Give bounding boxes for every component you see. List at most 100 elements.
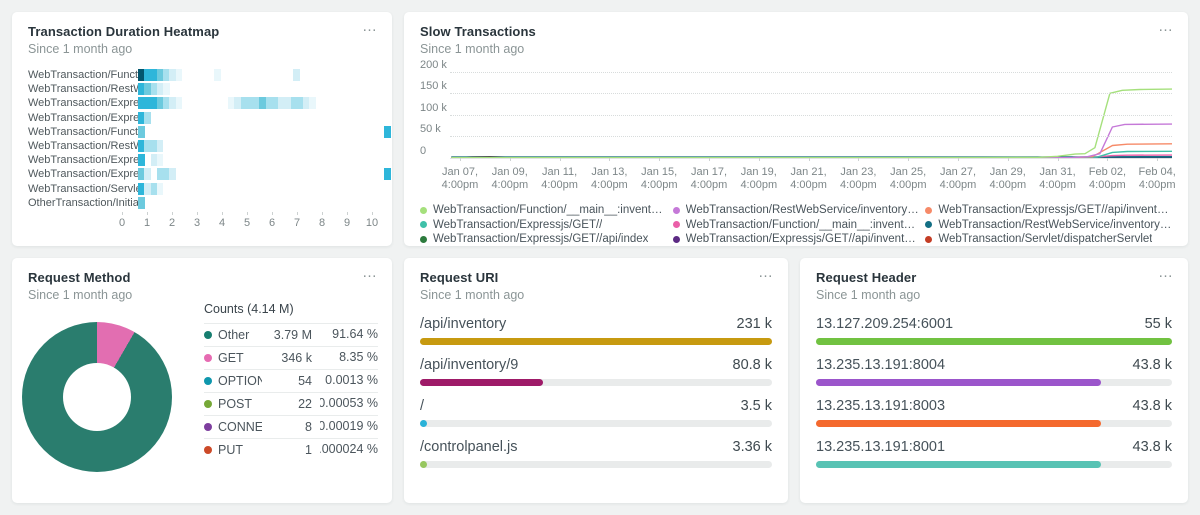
facet-table-row[interactable]: Other3.79 M91.64 % <box>204 323 378 346</box>
bar-row[interactable]: 13.127.209.254:600155 k <box>816 316 1172 345</box>
facet-table: Counts (4.14 M) Other3.79 M91.64 %GET346… <box>204 302 378 461</box>
widget-timerange: Since 1 month ago <box>816 288 1172 302</box>
heatmap-cell <box>138 154 145 166</box>
heatmap-row-label: WebTransaction/Expre... <box>28 168 138 180</box>
facet-percent-value: 0.000024 % <box>320 442 378 456</box>
axis-tick-label: 5 <box>244 217 250 229</box>
tick-time: 4:00pm <box>581 179 637 192</box>
heatmap-row: WebTransaction/Servle... <box>28 182 378 196</box>
bar-row[interactable]: /api/inventory/980.8 k <box>420 357 772 386</box>
legend-item[interactable]: WebTransaction/Function/__main__:invento… <box>420 204 667 216</box>
more-menu-icon[interactable]: … <box>362 264 378 281</box>
facet-count: 22 <box>262 397 312 411</box>
widget-request-uri: Request URI Since 1 month ago … /api/inv… <box>404 258 788 503</box>
tick-date: Jan 13, <box>581 166 637 179</box>
legend-item[interactable]: WebTransaction/Servlet/dispatcherServlet <box>925 233 1172 245</box>
facet-count: 8 <box>262 420 312 434</box>
x-axis-tick-label: Jan 07,4:00pm <box>432 166 488 192</box>
widget-title: Request Header <box>816 270 1172 285</box>
widget-header: Request URI Since 1 month ago … <box>404 258 788 302</box>
heatmap-row: WebTransaction/RestW... <box>28 82 378 96</box>
x-axis-tick-label: Jan 25,4:00pm <box>880 166 936 192</box>
facet-table-row[interactable]: GET346 k8.35 % <box>204 346 378 369</box>
facet-table-row[interactable]: PUT10.000024 % <box>204 438 378 461</box>
y-axis-tick-label: 50 k <box>420 123 441 135</box>
legend-item[interactable]: WebTransaction/Expressjs/GET// <box>420 219 667 231</box>
donut-chart[interactable] <box>22 322 172 472</box>
legend-item[interactable]: WebTransaction/Function/__main__:invento… <box>673 219 920 231</box>
facet-color-dot <box>204 446 212 454</box>
legend-item[interactable]: WebTransaction/RestWebService/inventory/… <box>925 219 1172 231</box>
heatmap-row-track <box>138 153 388 167</box>
axis-tick-label: 4 <box>219 217 225 229</box>
axis-tick-mark <box>759 158 760 161</box>
bar-row[interactable]: /3.5 k <box>420 398 772 427</box>
heatmap-row-track <box>138 167 388 181</box>
legend-item[interactable]: WebTransaction/Expressjs/GET//api/invent… <box>673 233 920 245</box>
facet-percent-value: 91.64 % <box>332 327 378 341</box>
facet-table-row[interactable]: CONNECT80.00019 % <box>204 415 378 438</box>
bar-row[interactable]: /api/inventory231 k <box>420 316 772 345</box>
facet-color-dot <box>204 423 212 431</box>
bar-label: 13.235.13.191:8003 <box>816 398 945 414</box>
tick-date: Jan 23, <box>830 166 886 179</box>
heatmap-row-label: WebTransaction/Servle... <box>28 183 138 195</box>
tick-time: 4:00pm <box>681 179 737 192</box>
bar-row[interactable]: 13.235.13.191:800343.8 k <box>816 398 1172 427</box>
legend-color-dot <box>420 207 427 214</box>
axis-tick-mark <box>122 212 123 215</box>
axis-tick-label: 7 <box>294 217 300 229</box>
facet-percent: 8.35 % <box>320 350 378 366</box>
facet-percent: 0.000024 % <box>320 442 378 458</box>
tick-time: 4:00pm <box>980 179 1036 192</box>
axis-tick-mark <box>197 212 198 215</box>
bar-track <box>420 420 772 427</box>
facet-percent-value: 8.35 % <box>339 350 378 364</box>
legend-item[interactable]: WebTransaction/Expressjs/GET//api/index <box>420 233 667 245</box>
legend-column: WebTransaction/Expressjs/GET//api/invent… <box>925 204 1172 246</box>
facet-name: PUT <box>218 443 262 457</box>
heatmap-row-label: WebTransaction/Functi... <box>28 69 138 81</box>
tick-date: Jan 31, <box>1030 166 1086 179</box>
bar-row[interactable]: 13.235.13.191:800143.8 k <box>816 439 1172 468</box>
axis-tick-mark <box>510 158 511 161</box>
facet-name: GET <box>218 351 262 365</box>
widget-request-header: Request Header Since 1 month ago … 13.12… <box>800 258 1188 503</box>
grid-line <box>450 72 1172 73</box>
legend-item[interactable]: WebTransaction/Expressjs/GET//api/invent… <box>925 204 1172 216</box>
heatmap-row: WebTransaction/Functi... <box>28 68 378 82</box>
facet-percent: 91.64 % <box>320 327 378 343</box>
more-menu-icon[interactable]: … <box>362 18 378 35</box>
bar-track <box>816 379 1172 386</box>
facet-percent: 0.00053 % <box>320 396 378 412</box>
x-axis-tick-label: Jan 29,4:00pm <box>980 166 1036 192</box>
more-menu-icon[interactable]: … <box>758 264 774 281</box>
axis-tick-mark <box>460 158 461 161</box>
facet-table-row[interactable]: OPTIONS540.0013 % <box>204 369 378 392</box>
legend-label: WebTransaction/Expressjs/GET// <box>433 219 602 231</box>
bar-row[interactable]: /controlpanel.js3.36 k <box>420 439 772 468</box>
y-axis-tick-label: 0 <box>420 145 426 157</box>
bar-track <box>420 338 772 345</box>
heatmap-cell <box>163 83 170 95</box>
legend-color-dot <box>673 207 680 214</box>
more-menu-icon[interactable]: … <box>1158 264 1174 281</box>
series-line <box>451 124 1172 158</box>
axis-tick-mark <box>908 158 909 161</box>
bar-row[interactable]: 13.235.13.191:800443.8 k <box>816 357 1172 386</box>
facet-percent-value: 0.00053 % <box>320 396 378 410</box>
heatmap-row: WebTransaction/RestW... <box>28 139 378 153</box>
bar-fill <box>420 379 543 386</box>
heatmap-row-track <box>138 125 388 139</box>
tick-date: Feb 04, <box>1129 166 1185 179</box>
facet-table-row[interactable]: POST220.00053 % <box>204 392 378 415</box>
bar-label: 13.235.13.191:8001 <box>816 439 945 455</box>
legend-item[interactable]: WebTransaction/RestWebService/inventory … <box>673 204 920 216</box>
y-axis-tick-label: 100 k <box>420 102 447 114</box>
heatmap-row-label: WebTransaction/Expre... <box>28 97 138 109</box>
heatmap-cell <box>169 168 176 180</box>
axis-tick-mark <box>222 212 223 215</box>
tick-time: 4:00pm <box>1030 179 1086 192</box>
more-menu-icon[interactable]: … <box>1158 18 1174 35</box>
axis-tick-label: 1 <box>144 217 150 229</box>
